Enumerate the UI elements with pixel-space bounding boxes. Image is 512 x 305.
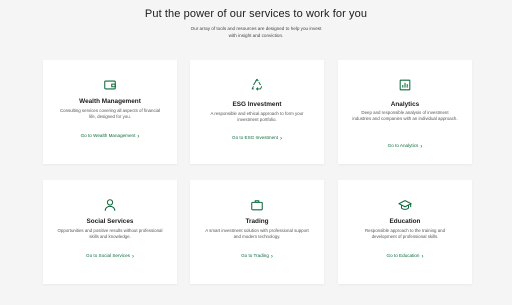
- card-description: A responsible and ethical approach to fo…: [210, 111, 304, 122]
- card-description: A smart investment solution with profess…: [205, 228, 309, 239]
- card-description: Deep and responsible analysis of investm…: [352, 110, 458, 121]
- service-card-social-services: Social Services Opportunities and positi…: [43, 180, 177, 284]
- card-title: Analytics: [390, 101, 420, 108]
- page-title: Put the power of our services to work fo…: [144, 8, 368, 20]
- card-description: Responsible approach to the training and…: [364, 228, 446, 239]
- page-subtitle: Our array of tools and resources are des…: [190, 26, 322, 38]
- wallet-icon: [102, 77, 118, 93]
- go-to-esg-investment-link[interactable]: Go to ESG Investment ›: [190, 135, 324, 142]
- link-label: Go to Trading: [241, 253, 269, 258]
- link-label: Go to Analytics: [387, 143, 419, 148]
- link-label: Go to Wealth Management: [80, 133, 136, 138]
- card-title: Education: [389, 218, 421, 225]
- card-description: Consulting services covering all aspects…: [59, 108, 161, 119]
- service-card-esg-investment: ESG Investment A responsible and ethical…: [190, 60, 324, 164]
- card-description: Opportunities and positive results witho…: [57, 228, 163, 239]
- link-label: Go to Education: [386, 253, 420, 258]
- recycle-icon: [249, 77, 265, 93]
- go-to-analytics-link[interactable]: Go to Analytics ›: [338, 143, 472, 150]
- card-title: ESG Investment: [232, 101, 282, 108]
- go-to-education-link[interactable]: Go to Education ›: [338, 253, 472, 260]
- chevron-right-icon: ›: [420, 143, 423, 150]
- go-to-wealth-management-link[interactable]: Go to Wealth Management ›: [43, 133, 177, 140]
- briefcase-icon: [249, 197, 265, 213]
- service-card-analytics: Analytics Deep and responsible analysis …: [338, 60, 472, 164]
- chevron-right-icon: ›: [279, 135, 282, 142]
- chevron-right-icon: ›: [421, 253, 424, 260]
- card-title: Trading: [245, 218, 269, 225]
- person-icon: [102, 197, 118, 213]
- service-card-trading: Trading A smart investment solution with…: [190, 180, 324, 284]
- graduation-cap-icon: [397, 197, 413, 213]
- service-card-wealth-management: Wealth Management Consulting services co…: [43, 60, 177, 164]
- chevron-right-icon: ›: [270, 253, 273, 260]
- service-card-education: Education Responsible approach to the tr…: [338, 180, 472, 284]
- link-label: Go to ESG Investment: [232, 135, 278, 140]
- card-title: Wealth Management: [79, 98, 141, 105]
- card-title: Social Services: [86, 218, 134, 225]
- chevron-right-icon: ›: [131, 253, 134, 260]
- chevron-right-icon: ›: [137, 133, 140, 140]
- go-to-trading-link[interactable]: Go to Trading ›: [190, 253, 324, 260]
- bar-chart-icon: [397, 77, 413, 93]
- link-label: Go to Social Services: [86, 253, 130, 258]
- go-to-social-services-link[interactable]: Go to Social Services ›: [43, 253, 177, 260]
